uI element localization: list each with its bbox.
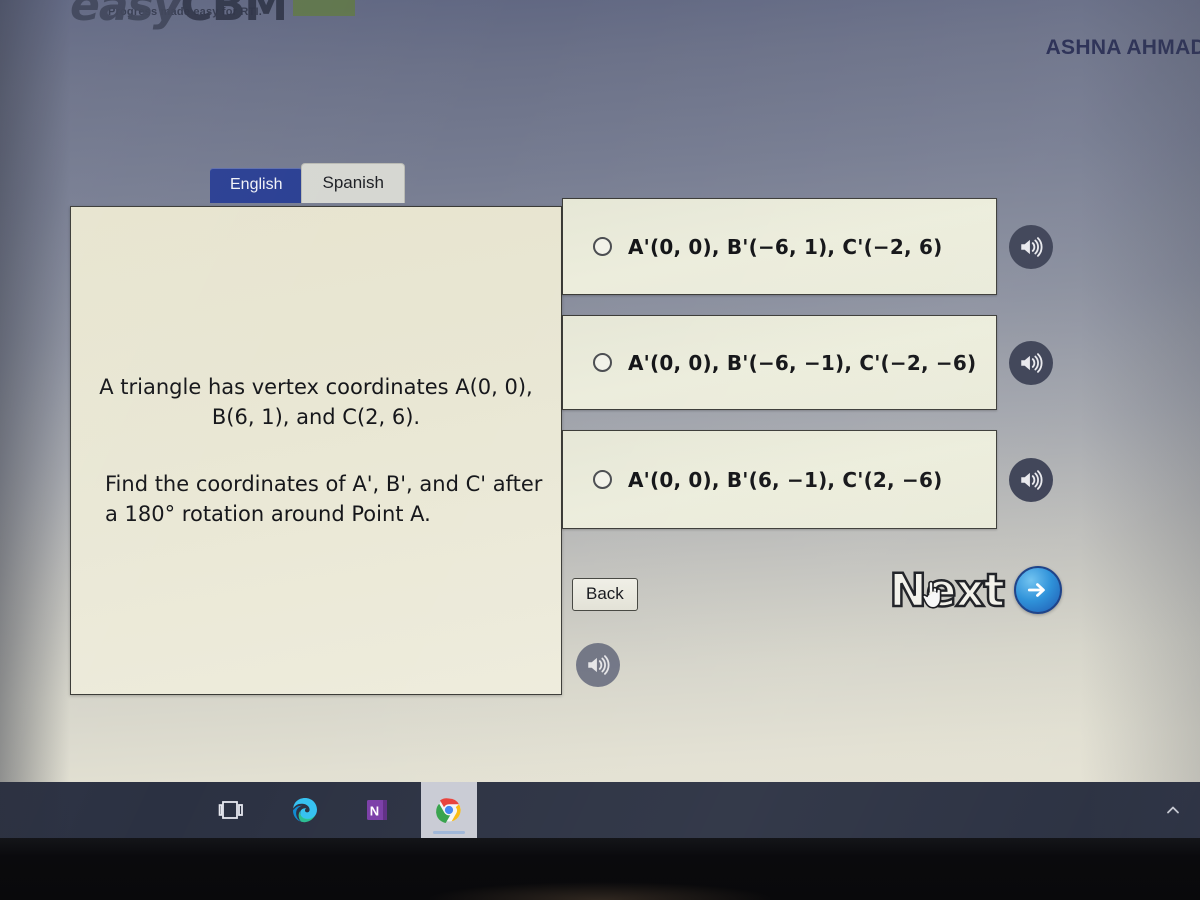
- back-button[interactable]: Back: [572, 578, 638, 611]
- logo-text: easyCBM: [70, 0, 356, 31]
- answer-radio-2[interactable]: [593, 353, 612, 372]
- question-paragraph-2: Find the coordinates of A', B', and C' a…: [105, 471, 543, 526]
- tab-spanish[interactable]: Spanish: [301, 163, 405, 203]
- answer-option-2[interactable]: A'(0, 0), B'(−6, −1), C'(−2, −6): [562, 315, 997, 410]
- speaker-icon-question[interactable]: [576, 643, 620, 687]
- taskbar-item-onenote[interactable]: N: [349, 782, 405, 838]
- answer-option-1[interactable]: A'(0, 0), B'(−6, 1), C'(−2, 6): [562, 198, 997, 295]
- navigation-controls: Back Next: [562, 566, 1062, 622]
- answer-options-list: A'(0, 0), B'(−6, 1), C'(−2, 6) A'(0, 0),…: [562, 198, 1053, 549]
- taskbar-item-task-view[interactable]: [205, 782, 261, 838]
- answer-label-3: A'(0, 0), B'(6, −1), C'(2, −6): [628, 467, 943, 492]
- arrow-right-circle-icon: [1014, 566, 1062, 614]
- windows-taskbar: N: [0, 782, 1200, 838]
- logo-text-light: easy: [70, 0, 181, 31]
- screen-area: easyCBM Progress made easy for RTI. ASHN…: [0, 0, 1200, 838]
- answer-label-2: A'(0, 0), B'(−6, −1), C'(−2, −6): [628, 350, 977, 375]
- system-tray: [1164, 782, 1182, 838]
- chevron-up-icon[interactable]: [1164, 801, 1182, 819]
- next-button[interactable]: Next: [888, 563, 1062, 617]
- svg-text:N: N: [370, 804, 379, 819]
- taskbar-item-google-chrome[interactable]: [421, 782, 477, 838]
- answer-option-row: A'(0, 0), B'(−6, 1), C'(−2, 6): [562, 198, 1053, 295]
- answer-option-row: A'(0, 0), B'(−6, −1), C'(−2, −6): [562, 315, 1053, 410]
- answer-radio-1[interactable]: [593, 237, 612, 256]
- user-name-label: ASHNA AHMAD: [1045, 36, 1200, 59]
- speaker-icon-answer-3[interactable]: [1009, 457, 1053, 502]
- logo-badge: [293, 0, 356, 16]
- logo-text-bold: CBM: [180, 0, 288, 31]
- next-button-label: Next: [888, 563, 1006, 617]
- speaker-icon-answer-2[interactable]: [1009, 340, 1053, 385]
- monitor-bezel: [0, 838, 1200, 900]
- question-text: A triangle has vertex coordinates A(0, 0…: [71, 372, 561, 530]
- taskbar-items: N: [0, 782, 477, 838]
- answer-label-1: A'(0, 0), B'(−6, 1), C'(−2, 6): [628, 234, 943, 259]
- answer-option-3[interactable]: A'(0, 0), B'(6, −1), C'(2, −6): [562, 430, 997, 529]
- tab-english[interactable]: English: [210, 168, 303, 203]
- taskbar-running-indicator-chrome: [433, 831, 465, 834]
- taskbar-item-microsoft-edge[interactable]: [277, 782, 333, 838]
- easycbm-logo: easyCBM: [70, 0, 356, 31]
- speaker-icon-answer-1[interactable]: [1009, 224, 1053, 269]
- question-paragraph-1: A triangle has vertex coordinates A(0, 0…: [99, 374, 533, 430]
- language-tabs: English Spanish: [210, 163, 405, 203]
- question-panel: A triangle has vertex coordinates A(0, 0…: [70, 206, 562, 695]
- monitor-photo: easyCBM Progress made easy for RTI. ASHN…: [0, 0, 1200, 900]
- answer-radio-3[interactable]: [593, 470, 612, 489]
- answer-option-row: A'(0, 0), B'(6, −1), C'(2, −6): [562, 430, 1053, 529]
